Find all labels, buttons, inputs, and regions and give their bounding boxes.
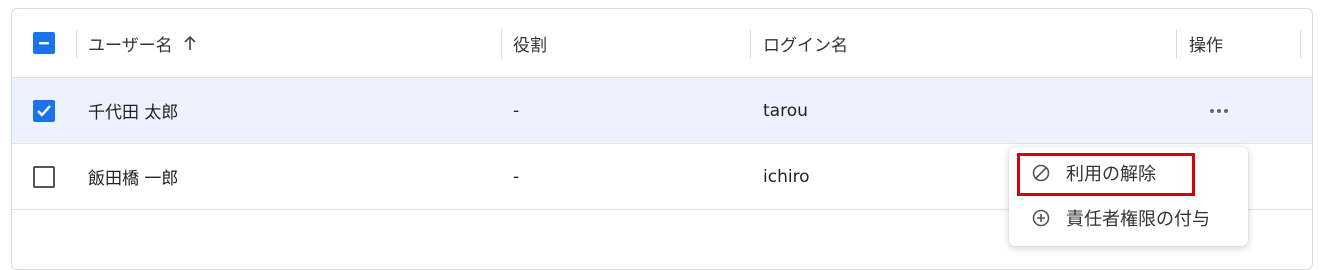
menu-item-disable-usage[interactable]: 利用の解除 xyxy=(1009,155,1248,191)
row-actions-menu: 利用の解除 責任者権限の付与 xyxy=(1009,147,1248,246)
more-horizontal-icon[interactable] xyxy=(1210,78,1228,143)
column-header-username[interactable]: ユーザー名 xyxy=(88,9,197,77)
column-header-label: 役割 xyxy=(513,35,547,56)
column-separator xyxy=(1176,29,1177,59)
column-header-label: ユーザー名 xyxy=(88,35,173,56)
minus-icon xyxy=(39,42,49,45)
column-separator xyxy=(1300,29,1301,59)
row-checkbox-unchecked[interactable] xyxy=(33,166,55,188)
column-separator xyxy=(76,29,77,59)
menu-item-grant-manager[interactable]: 責任者権限の付与 xyxy=(1009,200,1248,236)
user-login: tarou xyxy=(763,100,808,121)
table-header-row: ユーザー名 役割 ログイン名 操作 xyxy=(12,9,1312,78)
menu-item-label: 責任者権限の付与 xyxy=(1066,209,1210,230)
dot xyxy=(1217,108,1221,113)
add-circle-icon xyxy=(1031,208,1051,228)
column-separator xyxy=(501,29,502,59)
sort-ascending-icon[interactable] xyxy=(183,35,197,51)
column-separator xyxy=(750,29,751,59)
column-header-actions: 操作 xyxy=(1189,9,1223,77)
check-icon xyxy=(37,105,51,117)
user-role: - xyxy=(513,166,520,187)
select-all-checkbox[interactable] xyxy=(33,32,55,54)
dot xyxy=(1224,108,1228,113)
row-checkbox-checked[interactable] xyxy=(33,100,55,122)
dot xyxy=(1210,108,1214,113)
block-icon xyxy=(1031,163,1051,183)
column-header-login[interactable]: ログイン名 xyxy=(763,9,848,77)
menu-item-label: 利用の解除 xyxy=(1066,164,1156,185)
table-row[interactable]: 千代田 太郎 - tarou xyxy=(12,78,1312,144)
user-role: - xyxy=(513,100,520,121)
user-login: ichiro xyxy=(763,166,810,187)
column-header-label: ログイン名 xyxy=(763,35,848,56)
user-name: 千代田 太郎 xyxy=(88,103,179,123)
user-name: 飯田橋 一郎 xyxy=(88,169,179,189)
column-header-role[interactable]: 役割 xyxy=(513,9,547,77)
column-header-label: 操作 xyxy=(1189,35,1223,56)
